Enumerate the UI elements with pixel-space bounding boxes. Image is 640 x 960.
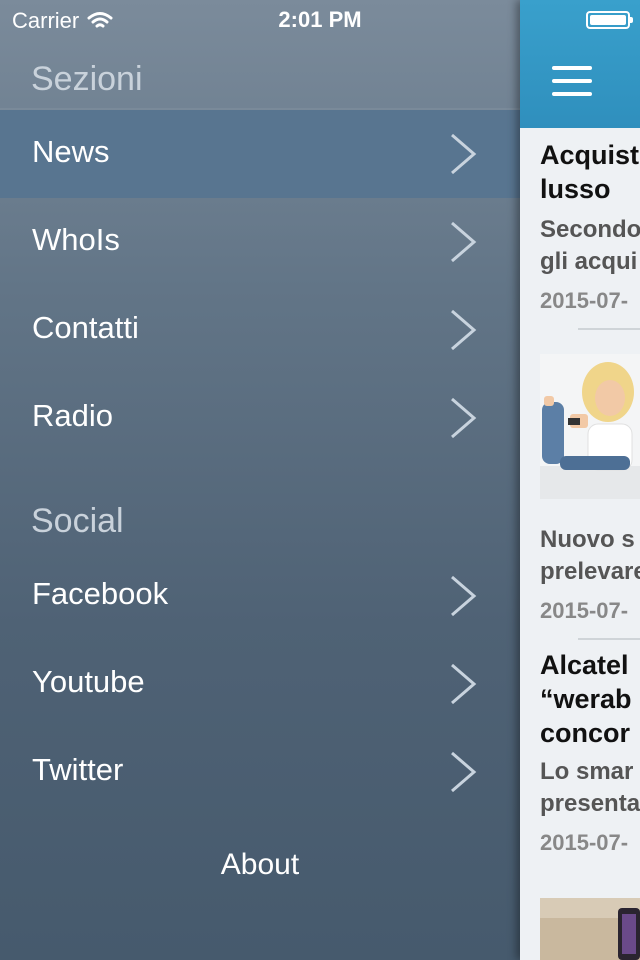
menu-item-contatti[interactable]: Contatti [0,286,520,374]
article-excerpt-line: Lo smar [540,758,634,785]
menu-item-label: WhoIs [32,222,120,257]
article-card[interactable]: Acquist lusso Secondo gli acqui 2015-07- [540,138,640,314]
article-excerpt-line: gli acqui [540,248,638,275]
menu-item-label: Twitter [32,752,124,787]
article-card[interactable]: Nuovo s prelevare 2015-07- [540,524,640,624]
chevron-right-icon [451,397,477,439]
side-drawer: Sezioni News WhoIs Contatti Radio Social… [0,0,520,960]
menu-item-label: News [32,134,110,169]
article-date: 2015-07- [540,830,629,855]
about-button[interactable]: About [0,848,520,882]
article-title-line: “werab [540,684,632,714]
menu-item-radio[interactable]: Radio [0,374,520,462]
article-title-line: Acquist [540,140,640,170]
article-title-line: concor [540,718,631,748]
divider [578,638,640,640]
chevron-right-icon [451,133,477,175]
menu-item-facebook[interactable]: Facebook [0,552,520,640]
status-bar: Carrier 2:01 PM [0,0,640,40]
menu-item-label: Radio [32,398,113,433]
divider [578,328,640,330]
article-image[interactable] [540,354,640,499]
article-excerpt-line: prelevare [540,558,640,585]
chevron-right-icon [451,221,477,263]
chevron-right-icon [451,309,477,351]
menu-item-label: Contatti [32,310,139,345]
social-header: Social [31,502,124,540]
article-excerpt-line: Nuovo s [540,526,635,553]
menu-item-news[interactable]: News [0,110,520,198]
menu-item-label: Facebook [32,576,169,611]
menu-item-label: Youtube [32,664,145,699]
article-card[interactable]: Alcatel “werab concor Lo smar presenta 2… [540,648,640,856]
menu-item-whois[interactable]: WhoIs [0,198,520,286]
hamburger-menu-icon[interactable] [552,66,592,100]
menu-item-twitter[interactable]: Twitter [0,728,520,816]
article-image[interactable] [540,898,640,960]
article-title-line: lusso [540,174,611,204]
chevron-right-icon [451,751,477,793]
status-time: 2:01 PM [278,7,362,32]
chevron-right-icon [451,575,477,617]
battery-icon [586,11,633,29]
article-title-line: Alcatel [540,650,629,680]
article-excerpt-line: Secondo [540,216,640,243]
menu-item-youtube[interactable]: Youtube [0,640,520,728]
chevron-right-icon [451,663,477,705]
article-date: 2015-07- [540,598,629,623]
article-date: 2015-07- [540,288,629,313]
article-excerpt-line: presenta [540,790,640,817]
sections-header: Sezioni [31,60,143,98]
main-content: Acquist lusso Secondo gli acqui 2015-07-… [520,0,640,960]
